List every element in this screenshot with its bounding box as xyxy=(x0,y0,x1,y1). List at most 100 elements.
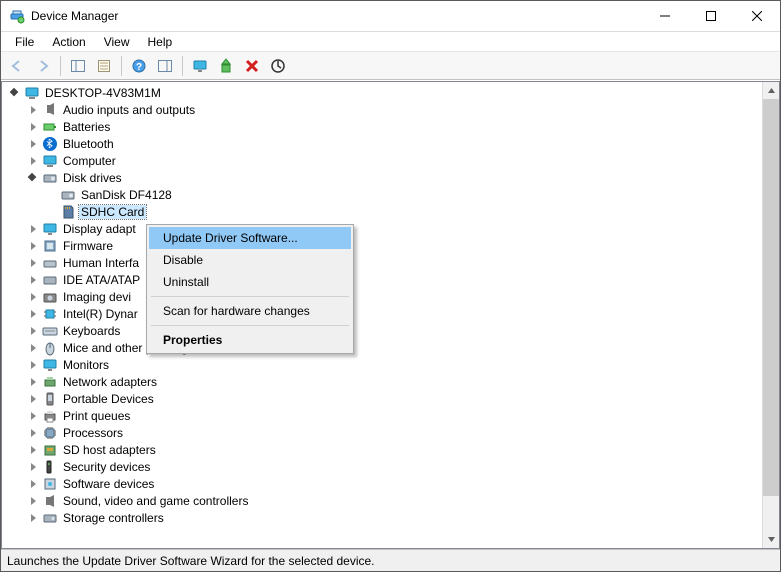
scroll-down-button[interactable] xyxy=(763,531,779,548)
expander-icon[interactable] xyxy=(26,341,40,355)
show-hide-tree-button[interactable] xyxy=(66,54,90,78)
category-label: Disk drives xyxy=(61,171,124,185)
titlebar-left: Device Manager xyxy=(1,8,118,24)
expander-icon[interactable] xyxy=(26,477,40,491)
expander-icon[interactable] xyxy=(26,154,40,168)
show-actions-button[interactable] xyxy=(153,54,177,78)
root-label: DESKTOP-4V83M1M xyxy=(43,86,163,100)
category-node[interactable]: Processors xyxy=(26,424,779,441)
category-node[interactable]: Storage controllers xyxy=(26,509,779,526)
ctx-scan-hardware[interactable]: Scan for hardware changes xyxy=(149,300,351,322)
expander-icon[interactable] xyxy=(26,137,40,151)
uninstall-button[interactable] xyxy=(240,54,264,78)
category-node[interactable]: Security devices xyxy=(26,458,779,475)
expander-icon[interactable] xyxy=(26,307,40,321)
scroll-thumb[interactable] xyxy=(763,99,779,496)
ctx-uninstall[interactable]: Uninstall xyxy=(149,271,351,293)
expander-icon[interactable] xyxy=(26,392,40,406)
device-tree[interactable]: DESKTOP-4V83M1M Audio inputs and outputs… xyxy=(2,82,779,548)
expander-icon[interactable] xyxy=(8,86,22,100)
category-node[interactable]: Mice and other pointing devices xyxy=(26,339,779,356)
ctx-separator xyxy=(151,325,349,326)
ctx-properties[interactable]: Properties xyxy=(149,329,351,351)
expander-icon[interactable] xyxy=(26,290,40,304)
expander-icon[interactable] xyxy=(26,375,40,389)
menu-view[interactable]: View xyxy=(96,33,138,51)
scan-hardware-button[interactable] xyxy=(266,54,290,78)
maximize-button[interactable] xyxy=(688,1,734,31)
category-node[interactable]: Sound, video and game controllers xyxy=(26,492,779,509)
expander-icon[interactable] xyxy=(26,443,40,457)
statusbar: Launches the Update Driver Software Wiza… xyxy=(1,549,780,571)
category-node[interactable]: Batteries xyxy=(26,118,779,135)
expander-icon[interactable] xyxy=(26,358,40,372)
expander-icon[interactable] xyxy=(26,324,40,338)
computer-icon xyxy=(24,85,40,101)
category-node[interactable]: Human Interfa xyxy=(26,254,779,271)
category-label: Human Interfa xyxy=(61,256,141,270)
category-node[interactable]: Bluetooth xyxy=(26,135,779,152)
category-node[interactable]: Software devices xyxy=(26,475,779,492)
close-button[interactable] xyxy=(734,1,780,31)
expander-icon[interactable] xyxy=(26,494,40,508)
category-label: Imaging devi xyxy=(61,290,133,304)
sound-icon xyxy=(42,493,58,509)
category-node[interactable]: Display adapt xyxy=(26,220,779,237)
category-node[interactable]: Imaging devi xyxy=(26,288,779,305)
category-label: Bluetooth xyxy=(61,137,116,151)
expander-spacer xyxy=(44,205,58,219)
update-driver-button[interactable] xyxy=(214,54,238,78)
category-label: Keyboards xyxy=(61,324,122,338)
category-node[interactable]: SD host adapters xyxy=(26,441,779,458)
expander-icon[interactable] xyxy=(26,171,40,185)
category-label: Firmware xyxy=(61,239,115,253)
expander-icon[interactable] xyxy=(26,103,40,117)
category-label: Sound, video and game controllers xyxy=(61,494,250,508)
expander-icon[interactable] xyxy=(26,511,40,525)
expander-icon[interactable] xyxy=(26,426,40,440)
menu-action[interactable]: Action xyxy=(44,33,93,51)
vertical-scrollbar[interactable] xyxy=(762,82,779,548)
device-node[interactable]: SDHC Card xyxy=(44,203,779,220)
context-menu: Update Driver Software... Disable Uninst… xyxy=(146,224,354,354)
display-icon xyxy=(42,221,58,237)
expander-icon[interactable] xyxy=(26,256,40,270)
expander-icon[interactable] xyxy=(26,222,40,236)
sdhost-icon xyxy=(42,442,58,458)
category-node[interactable]: Network adapters xyxy=(26,373,779,390)
expander-icon[interactable] xyxy=(26,239,40,253)
expander-icon[interactable] xyxy=(26,409,40,423)
category-node[interactable]: Audio inputs and outputs xyxy=(26,101,779,118)
help-button[interactable]: ? xyxy=(127,54,151,78)
root-node[interactable]: DESKTOP-4V83M1M xyxy=(8,84,779,101)
category-node[interactable]: Disk drives xyxy=(26,169,779,186)
scroll-up-button[interactable] xyxy=(763,82,779,99)
menu-file[interactable]: File xyxy=(7,33,42,51)
expander-icon[interactable] xyxy=(26,273,40,287)
category-node[interactable]: Keyboards xyxy=(26,322,779,339)
category-node[interactable]: Print queues xyxy=(26,407,779,424)
category-node[interactable]: Computer xyxy=(26,152,779,169)
minimize-button[interactable] xyxy=(642,1,688,31)
properties-button[interactable] xyxy=(92,54,116,78)
display-devices-button[interactable] xyxy=(188,54,212,78)
category-node[interactable]: Firmware xyxy=(26,237,779,254)
forward-button xyxy=(31,54,55,78)
ctx-update-driver[interactable]: Update Driver Software... xyxy=(149,227,351,249)
menu-help[interactable]: Help xyxy=(140,33,181,51)
category-node[interactable]: Monitors xyxy=(26,356,779,373)
category-label: Audio inputs and outputs xyxy=(61,103,197,117)
category-node[interactable]: Intel(R) Dynar xyxy=(26,305,779,322)
scroll-track[interactable] xyxy=(763,99,779,531)
expander-icon[interactable] xyxy=(26,120,40,134)
category-label: Computer xyxy=(61,154,118,168)
category-node[interactable]: IDE ATA/ATAP xyxy=(26,271,779,288)
battery-icon xyxy=(42,119,58,135)
keyboard-icon xyxy=(42,323,58,339)
toolbar-separator xyxy=(60,56,61,76)
device-label: SDHC Card xyxy=(79,205,146,219)
category-node[interactable]: Portable Devices xyxy=(26,390,779,407)
expander-icon[interactable] xyxy=(26,460,40,474)
device-node[interactable]: SanDisk DF4128 xyxy=(44,186,779,203)
ctx-disable[interactable]: Disable xyxy=(149,249,351,271)
